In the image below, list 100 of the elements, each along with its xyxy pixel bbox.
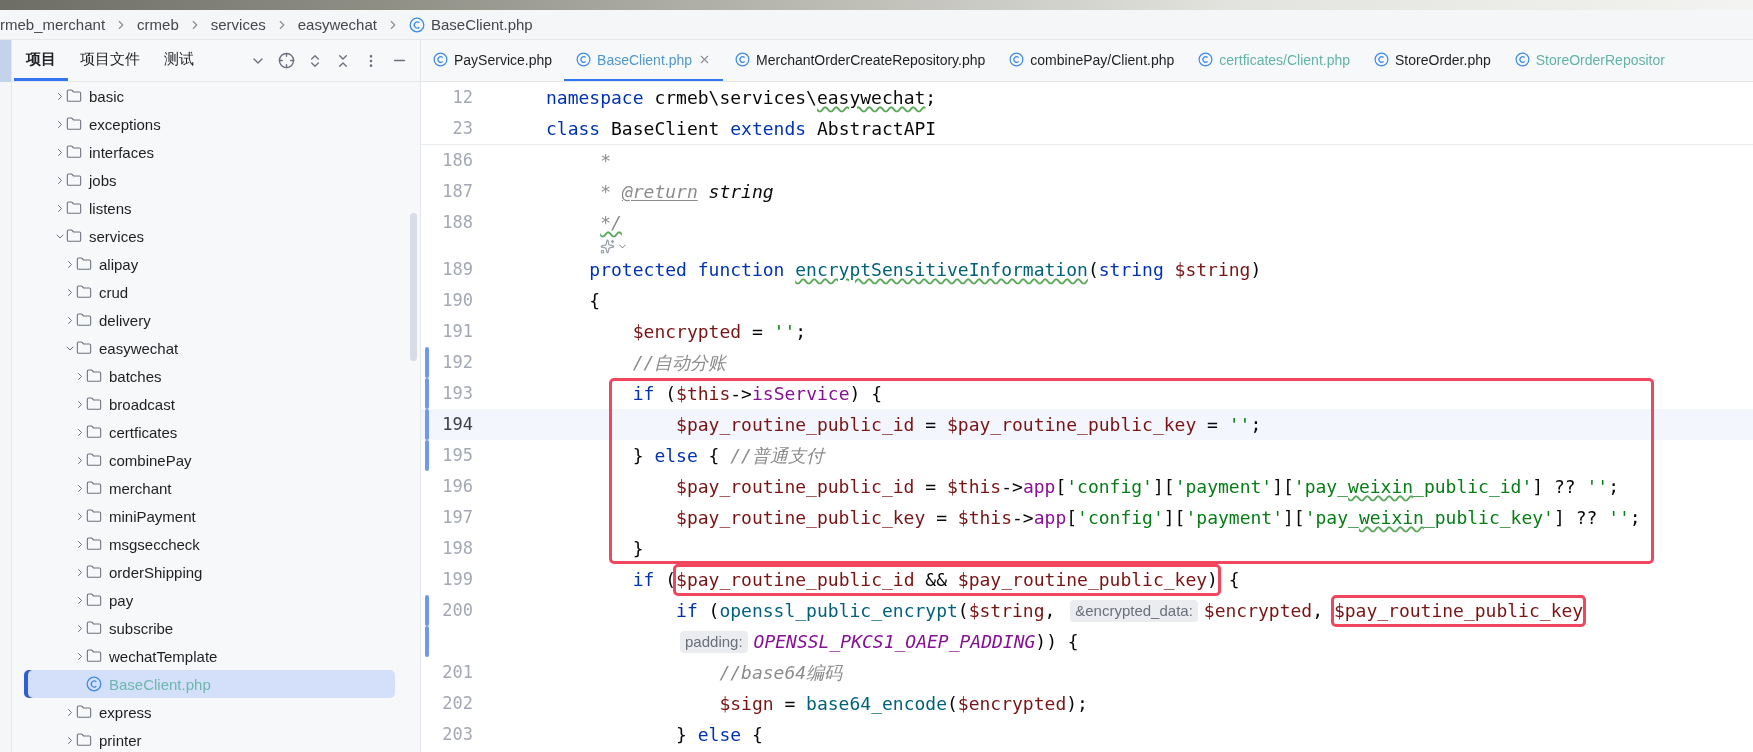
tree-item[interactable]: broadcast: [24, 390, 395, 418]
class-icon: [1009, 52, 1025, 67]
panel-tab[interactable]: 测试: [152, 40, 206, 81]
tree-item[interactable]: merchant: [24, 474, 395, 502]
tree-item[interactable]: delivery: [24, 306, 395, 334]
code-text: *: [599, 148, 612, 173]
highlighted-code: $pay_routine_public_key: [1330, 594, 1587, 627]
folder-icon: [86, 480, 102, 496]
editor-tab[interactable]: StoreOrder.php: [1362, 40, 1503, 81]
folder-icon: [86, 564, 102, 580]
tree-item[interactable]: batches: [24, 362, 395, 390]
code-text: namespace crmeb\services\easywechat;: [546, 85, 937, 110]
inlay-hint: padding:: [680, 630, 748, 653]
breadcrumb-item[interactable]: crmeb: [137, 16, 179, 33]
class-icon: [1198, 52, 1214, 67]
class-icon: [433, 52, 448, 67]
code-text: protected function encryptSensitiveInformation(string $string): [588, 257, 1262, 282]
panel-tab[interactable]: 项目文件: [68, 40, 152, 81]
code-text: if (openssl_public_encrypt($string,: [675, 598, 1057, 623]
inlay-hint: &encrypted_data:: [1070, 599, 1198, 622]
code-text: $pay_routine_public_key = $this->app['config']['payment']['pay_weixin_public_key'] ?? '';: [675, 505, 1641, 530]
tree-item[interactable]: jobs: [24, 166, 395, 194]
class-icon: [1514, 52, 1530, 67]
tree-item[interactable]: listens: [24, 194, 395, 222]
line-number: 12: [451, 86, 473, 109]
tree-item[interactable]: crud: [24, 278, 395, 306]
editor-tab[interactable]: PayService.php: [421, 40, 565, 81]
folder-icon: [66, 228, 82, 244]
tree-item[interactable]: interfaces: [24, 138, 395, 166]
folder-icon: [66, 172, 82, 188]
tree-item[interactable]: services: [24, 222, 395, 250]
code-text: $pay_routine_public_id = $pay_routine_public_key = '';: [675, 412, 1262, 437]
sparkles-icon[interactable]: [600, 238, 616, 254]
code-text: {: [1227, 567, 1240, 592]
tree-item[interactable]: pay: [24, 586, 395, 614]
tree-item[interactable]: subscribe: [24, 614, 395, 642]
editor-tab[interactable]: combinePay/Client.php: [997, 40, 1187, 81]
line-number: 186: [441, 149, 473, 172]
folder-icon: [86, 508, 102, 524]
line-number: 202: [441, 692, 473, 715]
line-number: 197: [441, 506, 473, 529]
class-icon: [1374, 52, 1390, 67]
tree-item[interactable]: exceptions: [24, 110, 395, 138]
close-icon[interactable]: [698, 53, 711, 66]
code-text: //自动分账: [631, 350, 727, 375]
code-text: class BaseClient extends AbstractAPI: [546, 116, 937, 141]
breadcrumb-item[interactable]: services: [210, 16, 266, 33]
line-number: 191: [441, 320, 473, 343]
tree-item[interactable]: miniPayment: [24, 502, 395, 530]
folder-icon: [76, 256, 92, 272]
line-number: 189: [441, 258, 473, 281]
line-number: 201: [441, 661, 473, 684]
folder-icon: [76, 284, 92, 300]
crosshair-icon[interactable]: [278, 52, 295, 69]
tree-item[interactable]: orderShipping: [24, 558, 395, 586]
code-text: $encrypted = '';: [631, 319, 807, 344]
class-icon: [408, 16, 425, 33]
code-text: * @return string: [599, 179, 774, 204]
folder-icon: [76, 704, 92, 720]
code-text: */: [599, 210, 622, 235]
editor-tab[interactable]: MerchantOrderCreateRepository.php: [723, 40, 998, 81]
folder-icon: [66, 88, 82, 104]
code-text: } else {: [675, 722, 763, 747]
line-number: 190: [441, 289, 473, 312]
scrollbar-thumb[interactable]: [410, 213, 417, 361]
breadcrumb-item[interactable]: rmeb_merchant: [0, 16, 106, 33]
code-text: }: [631, 536, 644, 561]
tree-item[interactable]: wechatTemplate: [24, 642, 395, 670]
class-icon: [576, 52, 592, 67]
code-text: $pay_routine_public_id = $this->app['config']['payment']['pay_weixin_public_id'] ?? '';: [675, 474, 1619, 499]
line-number: 195: [441, 444, 473, 467]
line-number: 196: [441, 475, 473, 498]
folder-icon: [86, 620, 102, 636]
panel-tab[interactable]: 项目: [14, 40, 68, 81]
tree-item[interactable]: certficates: [24, 418, 395, 446]
folder-icon: [86, 536, 102, 552]
tree-item[interactable]: msgseccheck: [24, 530, 395, 558]
folder-icon: [76, 340, 92, 356]
line-number: 193: [441, 382, 473, 405]
class-icon: [735, 52, 750, 67]
code-text: if ($this->isService) {: [631, 381, 882, 406]
folder-icon: [76, 732, 92, 748]
tree-item[interactable]: basic: [24, 82, 395, 110]
code-text: OPENSSL_PKCS1_OAEP_PADDING)) {: [753, 629, 1079, 654]
line-number: 23: [451, 117, 473, 140]
folder-icon: [86, 424, 102, 440]
breadcrumb-item[interactable]: BaseClient.php: [408, 16, 533, 33]
folder-icon: [86, 592, 102, 608]
folder-icon: [86, 396, 102, 412]
tree-item[interactable]: printer: [24, 726, 395, 752]
tree-item[interactable]: alipay: [24, 250, 395, 278]
tree-item[interactable]: combinePay: [24, 446, 395, 474]
folder-icon: [66, 200, 82, 216]
breadcrumb-item[interactable]: easywechat: [297, 16, 377, 33]
line-number: 203: [441, 723, 473, 746]
code-text: $encrypted,: [1203, 598, 1325, 623]
folder-icon: [76, 312, 92, 328]
tree-item[interactable]: easywechat: [24, 334, 395, 362]
tree-item[interactable]: express: [24, 698, 395, 726]
folder-icon: [66, 144, 82, 160]
